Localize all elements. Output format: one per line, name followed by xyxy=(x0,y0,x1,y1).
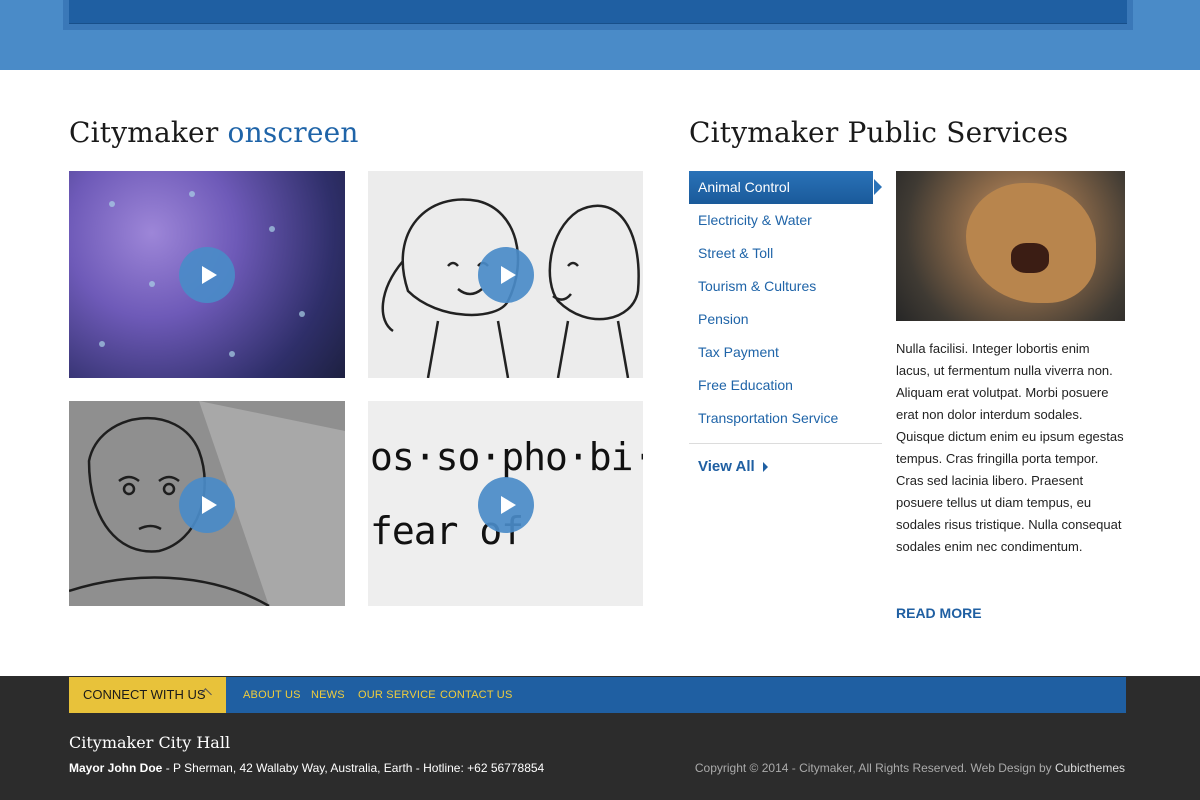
chevron-right-icon xyxy=(762,462,768,473)
copyright: Copyright © 2014 - Citymaker, All Rights… xyxy=(695,761,1125,775)
service-item-electricity-water[interactable]: Electricity & Water xyxy=(689,204,882,237)
raindrop xyxy=(109,201,115,207)
connect-with-us-button[interactable]: CONNECT WITH US xyxy=(69,677,226,713)
play-icon[interactable] xyxy=(179,247,235,303)
raindrop xyxy=(229,351,235,357)
services-list: Animal Control Electricity & Water Stree… xyxy=(689,171,882,435)
address-text: - P Sherman, 42 Wallaby Way, Australia, … xyxy=(162,761,545,775)
city-hall-address: Mayor John Doe - P Sherman, 42 Wallaby W… xyxy=(69,761,544,775)
video-phobia-word: os·so·pho·bi·a xyxy=(370,435,643,479)
designer-credit-link[interactable]: Cubicthemes xyxy=(1055,761,1125,775)
city-hall-title: Citymaker City Hall xyxy=(69,733,231,752)
service-item-tax-payment[interactable]: Tax Payment xyxy=(689,336,882,369)
play-icon[interactable] xyxy=(478,477,534,533)
onscreen-title-main: Citymaker xyxy=(69,116,219,149)
play-icon[interactable] xyxy=(179,477,235,533)
connect-label: CONNECT WITH US xyxy=(83,687,206,702)
video-boy-sketch[interactable] xyxy=(69,401,345,606)
footer-nav-our-service[interactable]: OUR SERVICE xyxy=(358,677,436,713)
copyright-text: Copyright © 2014 - Citymaker, All Rights… xyxy=(694,761,1055,775)
footer-nav-contact[interactable]: CONTACT US xyxy=(440,677,513,713)
mayor-name: Mayor John Doe xyxy=(69,761,163,775)
footer-nav-about[interactable]: ABOUT US xyxy=(243,677,301,713)
raindrop xyxy=(149,281,155,287)
raindrop xyxy=(189,191,195,197)
play-icon[interactable] xyxy=(478,247,534,303)
raindrop xyxy=(99,341,105,347)
onscreen-title: Citymaker onscreen xyxy=(69,116,359,149)
lioness-mouth xyxy=(1011,243,1049,273)
service-image-lioness xyxy=(896,171,1125,321)
raindrop xyxy=(269,226,275,232)
read-more-link[interactable]: READ MORE xyxy=(896,605,982,621)
service-item-street-toll[interactable]: Street & Toll xyxy=(689,237,882,270)
service-description: Nulla facilisi. Integer lobortis enim la… xyxy=(896,341,1124,554)
service-item-transportation[interactable]: Transportation Service xyxy=(689,402,882,435)
video-rain[interactable] xyxy=(69,171,345,378)
header-bar xyxy=(69,0,1127,24)
header-container xyxy=(63,0,1133,30)
service-item-tourism-cultures[interactable]: Tourism & Cultures xyxy=(689,270,882,303)
header-band xyxy=(0,0,1200,70)
service-item-pension[interactable]: Pension xyxy=(689,303,882,336)
service-item-free-education[interactable]: Free Education xyxy=(689,369,882,402)
onscreen-title-accent: onscreen xyxy=(227,116,359,149)
video-phobia[interactable]: os·so·pho·bi·a fear of xyxy=(368,401,643,606)
services-title: Citymaker Public Services xyxy=(689,116,1069,149)
services-divider xyxy=(689,443,882,444)
raindrop xyxy=(299,311,305,317)
service-item-animal-control[interactable]: Animal Control xyxy=(689,171,882,204)
view-all-link[interactable]: View All xyxy=(698,458,768,475)
footer-nav: CONNECT WITH US ABOUT US NEWS OUR SERVIC… xyxy=(69,677,1126,713)
video-girls-sketch[interactable] xyxy=(368,171,643,378)
view-all-label: View All xyxy=(698,458,755,475)
footer-nav-news[interactable]: NEWS xyxy=(311,677,345,713)
